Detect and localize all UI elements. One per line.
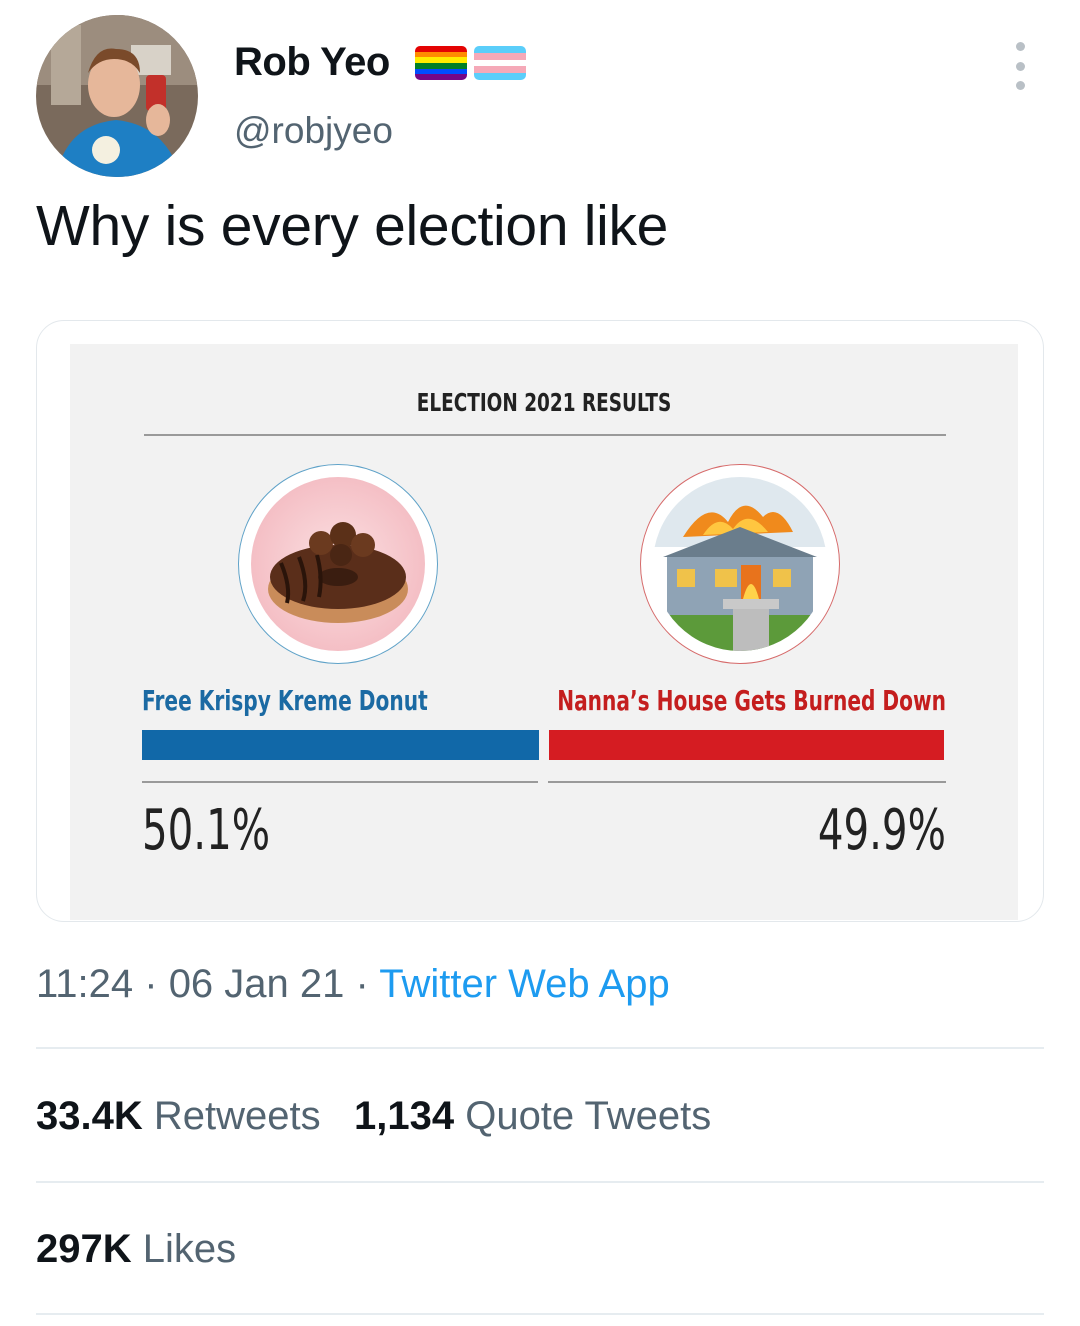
tweet-source-link[interactable]: Twitter Web App — [379, 962, 670, 1006]
divider — [36, 1181, 1044, 1183]
right-bar-rule — [548, 781, 946, 783]
right-percentage: 49.9% — [817, 798, 946, 863]
transgender-flag-icon — [474, 46, 526, 80]
meta-separator-2: · — [344, 962, 380, 1006]
pride-flags — [415, 46, 526, 80]
donut-image — [238, 464, 438, 664]
user-handle[interactable]: @robjyeo — [234, 110, 393, 152]
retweets-count: 33.4K — [36, 1094, 143, 1138]
graphic-title: ELECTION 2021 RESULTS — [416, 388, 672, 417]
rainbow-flag-icon — [415, 46, 467, 80]
meta-separator: · — [133, 962, 169, 1006]
divider — [36, 1313, 1044, 1315]
avatar[interactable] — [36, 15, 198, 177]
burning-house-image — [640, 464, 840, 664]
likes-label: Likes — [142, 1227, 237, 1271]
left-bar-rule — [142, 781, 538, 783]
retweets-link[interactable]: 33.4K Retweets — [36, 1094, 321, 1138]
display-name[interactable]: Rob Yeo — [234, 40, 390, 85]
tweet-meta: 11:24 · 06 Jan 21 · Twitter Web App — [36, 962, 670, 1007]
retweets-label: Retweets — [153, 1094, 321, 1138]
quote-tweets-label: Quote Tweets — [465, 1094, 712, 1138]
more-options-icon[interactable] — [1006, 42, 1034, 90]
tweet-date[interactable]: 06 Jan 21 — [169, 962, 345, 1006]
right-result-bar — [549, 730, 944, 760]
left-option-label: Free Krispy Kreme Donut — [142, 684, 428, 717]
right-option-label: Nanna’s House Gets Burned Down — [557, 684, 946, 717]
divider — [36, 1047, 1044, 1049]
left-result-bar — [142, 730, 539, 760]
likes-count: 297K — [36, 1227, 132, 1271]
engagement-stats: 33.4K Retweets 1,134 Quote Tweets — [36, 1094, 711, 1139]
election-graphic[interactable]: ELECTION 2021 RESULTS Free Krispy Kreme … — [70, 344, 1018, 920]
quote-tweets-link[interactable]: 1,134 Quote Tweets — [354, 1094, 711, 1138]
likes-link[interactable]: 297K Likes — [36, 1227, 236, 1272]
tweet-time[interactable]: 11:24 — [36, 962, 133, 1006]
quote-tweets-count: 1,134 — [353, 1094, 455, 1138]
tweet-text: Why is every election like — [36, 194, 669, 258]
graphic-divider — [144, 434, 946, 436]
left-percentage: 50.1% — [142, 798, 271, 863]
